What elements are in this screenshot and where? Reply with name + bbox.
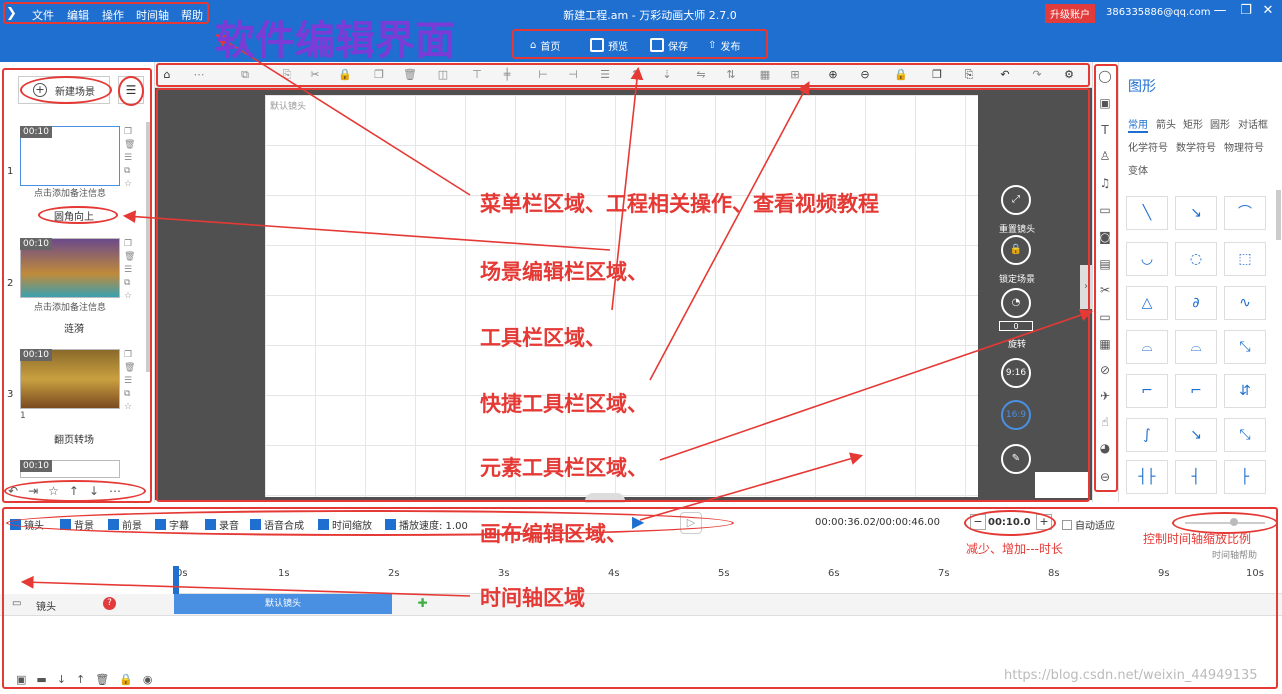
arrow-timeline [20, 575, 471, 597]
annotation-duration: 减少、增加---时长 [966, 542, 1063, 556]
annotation-element: 元素工具栏区域、 [480, 456, 648, 480]
annotation-quick: 快捷工具栏区域、 [480, 392, 648, 416]
arrow-scene [122, 210, 611, 251]
annotation-timeline: 时间轴区域 [480, 586, 585, 610]
arrow-quick [649, 81, 810, 381]
annotation-arrows [20, 34, 1094, 597]
annotation-canvas: 画布编辑区域、 [480, 522, 627, 546]
annotation-menu: 菜单栏区域、工程相关操作、查看视频教程 [480, 192, 879, 216]
annotation-tools: 工具栏区域、 [480, 326, 606, 350]
annotation-zoom: 控制时间轴缩放比例 [1143, 532, 1252, 546]
annotation-scene: 场景编辑栏区域、 [480, 260, 648, 284]
annotation-title: 软件编辑界面 [215, 17, 455, 64]
arrow-canvas [639, 452, 864, 521]
arrow-element [659, 309, 1094, 461]
